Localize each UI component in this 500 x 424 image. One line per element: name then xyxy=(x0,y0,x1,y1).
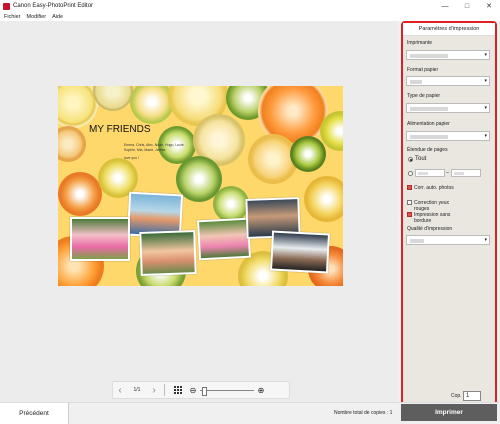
borderless-label-cont: bordure xyxy=(414,218,432,224)
close-icon[interactable]: ✕ xyxy=(478,0,500,12)
page-range-radio[interactable] xyxy=(408,171,413,176)
printer-label: Imprimante xyxy=(407,40,433,46)
paper-type-label: Type de papier xyxy=(407,93,441,99)
page-range-label: Étendue de pages xyxy=(407,147,448,153)
thumbnail-grid-icon[interactable] xyxy=(174,386,182,394)
previous-button[interactable]: Précédent xyxy=(0,403,69,424)
photo-frame[interactable] xyxy=(70,217,130,261)
chevron-down-icon: ▾ xyxy=(484,133,487,139)
window-title: Canon Easy-PhotoPrint Editor xyxy=(13,3,94,9)
card-text-line3: love you ! xyxy=(124,156,139,160)
zoom-slider-handle[interactable] xyxy=(202,386,207,396)
minimize-icon[interactable]: — xyxy=(434,0,456,12)
photo-frame[interactable] xyxy=(269,230,331,274)
layout-preview[interactable]: MY FRIENDS Emma, Chris, Alex, Noah, Hugo… xyxy=(58,86,343,286)
page-navigation-bar: ‹ 1/1 › ⊖ ⊕ xyxy=(112,381,290,399)
zoom-in-icon[interactable]: ⊕ xyxy=(256,386,266,395)
all-pages-label: Tout xyxy=(415,156,427,162)
range-from-input[interactable] xyxy=(415,169,445,177)
chevron-down-icon: ▾ xyxy=(484,105,487,111)
app-icon xyxy=(3,2,10,10)
fruit-slice xyxy=(304,176,343,222)
maximize-icon[interactable]: □ xyxy=(456,0,478,12)
paper-source-select[interactable]: ▾ xyxy=(406,131,490,141)
card-text-line1: Emma, Chris, Alex, Noah, Hugo, Lucie xyxy=(124,143,184,147)
printer-select[interactable]: ▾ xyxy=(406,50,490,60)
chevron-down-icon: ▾ xyxy=(484,237,487,243)
fruit-slice xyxy=(58,172,102,216)
copies-label: Cop. xyxy=(451,393,462,399)
page-indicator: 1/1 xyxy=(133,387,141,393)
quality-label: Qualité d'impression xyxy=(407,226,453,232)
menu-bar: Fichier Modifier Aide xyxy=(0,12,500,21)
print-button[interactable]: Imprimer xyxy=(401,404,497,421)
zoom-slider[interactable] xyxy=(200,386,254,396)
menu-file[interactable]: Fichier xyxy=(4,14,21,20)
card-title: MY FRIENDS xyxy=(89,124,151,135)
copies-input[interactable]: 1 xyxy=(463,391,481,401)
fruit-slice xyxy=(93,86,133,111)
chevron-down-icon: ▾ xyxy=(484,52,487,58)
menu-edit[interactable]: Modifier xyxy=(27,14,47,20)
total-copies-text: Nombre total de copies : 1 xyxy=(334,410,393,416)
photo-frame[interactable] xyxy=(196,217,252,261)
paper-source-label: Alimentation papier xyxy=(407,121,450,127)
fruit-slice xyxy=(58,86,98,128)
paper-size-select[interactable]: ▾ xyxy=(406,76,490,86)
fruit-slice xyxy=(213,186,249,222)
title-bar: Canon Easy-PhotoPrint Editor — □ ✕ xyxy=(0,0,500,12)
auto-correct-label: Corr. auto. photos xyxy=(414,185,454,191)
fruit-slice xyxy=(58,126,86,162)
chevron-down-icon: ▾ xyxy=(484,78,487,84)
print-settings-panel: Paramètres d'impression Imprimante ▾ For… xyxy=(401,21,497,405)
prev-page-icon[interactable]: ‹ xyxy=(113,385,127,396)
menu-help[interactable]: Aide xyxy=(52,14,63,20)
fruit-slice xyxy=(290,136,326,172)
range-to-input[interactable] xyxy=(451,169,481,177)
zoom-out-icon[interactable]: ⊖ xyxy=(188,386,198,395)
red-eye-checkbox[interactable] xyxy=(407,200,412,205)
auto-correct-checkbox[interactable] xyxy=(407,185,412,190)
borderless-checkbox[interactable] xyxy=(407,212,412,217)
photo-frame[interactable] xyxy=(139,230,197,276)
panel-header: Paramètres d'impression xyxy=(403,23,495,36)
quality-select[interactable]: ▾ xyxy=(406,235,490,245)
separator xyxy=(164,384,165,396)
all-pages-radio[interactable] xyxy=(408,157,413,162)
card-text-line2: Sophie, Mia, Marie, James xyxy=(124,148,166,152)
next-page-icon[interactable]: › xyxy=(147,385,161,396)
range-separator: – xyxy=(446,170,449,176)
paper-size-label: Format papier xyxy=(407,67,439,73)
paper-type-select[interactable]: ▾ xyxy=(406,103,490,113)
